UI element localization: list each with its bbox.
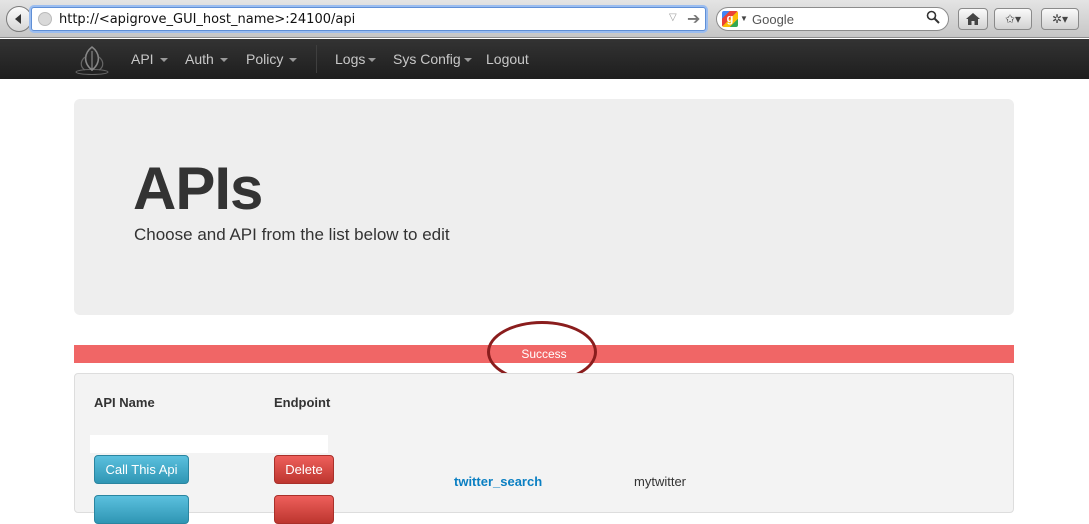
page-subtitle: Choose and API from the list below to ed…: [134, 225, 450, 244]
gear-icon: ✲▾: [1051, 12, 1069, 26]
column-header-endpoint: Endpoint: [274, 395, 331, 410]
nav-auth-label: Auth: [185, 51, 214, 67]
chevron-down-icon: [219, 58, 228, 63]
delete-api-button[interactable]: [274, 495, 334, 524]
call-api-button[interactable]: Call This Api: [94, 455, 189, 484]
api-table: API Name Endpoint Call This Api Delete t…: [74, 373, 1014, 524]
home-button[interactable]: [958, 8, 988, 30]
row-separator: [90, 435, 328, 453]
globe-icon: [38, 12, 52, 26]
call-api-button[interactable]: [94, 495, 189, 524]
home-icon: [966, 13, 980, 25]
nav-sys-config[interactable]: Sys Config: [393, 51, 472, 67]
go-arrow-icon[interactable]: ➔: [687, 9, 700, 29]
app-navbar: API Auth Policy Logs Sys Config Logout: [0, 39, 1089, 79]
history-dropdown-icon[interactable]: ▽: [669, 12, 677, 23]
chevron-down-icon: [289, 58, 298, 63]
bookmark-star-icon: ✩▾: [1004, 12, 1022, 26]
back-arrow-icon: [15, 14, 21, 24]
chevron-down-icon: [159, 58, 168, 63]
settings-button[interactable]: ✲▾: [1041, 8, 1079, 30]
address-bar[interactable]: http://<apigrove_GUI_host_name>:24100/ap…: [31, 7, 706, 31]
search-placeholder[interactable]: Google: [752, 12, 794, 27]
chevron-down-icon: [463, 58, 472, 63]
api-name-link[interactable]: twitter_search: [454, 474, 542, 489]
nav-policy-label: Policy: [246, 51, 284, 67]
search-field[interactable]: g ▼ Google: [716, 7, 949, 31]
google-engine-icon[interactable]: g: [722, 11, 738, 27]
nav-auth[interactable]: Auth: [185, 51, 228, 67]
nav-logs-label: Logs: [335, 51, 366, 67]
engine-dropdown-icon[interactable]: ▼: [740, 14, 748, 23]
nav-logs[interactable]: Logs: [335, 51, 377, 67]
delete-api-button[interactable]: Delete: [274, 455, 334, 484]
nav-api-label: API: [131, 51, 154, 67]
nav-logout[interactable]: Logout: [486, 51, 529, 67]
back-button[interactable]: [6, 6, 32, 32]
chevron-down-icon: [368, 58, 377, 63]
nav-policy[interactable]: Policy: [246, 51, 298, 67]
column-header-api-name: API Name: [94, 395, 155, 410]
bookmarks-button[interactable]: ✩▾: [994, 8, 1032, 30]
page-title: APIs: [133, 155, 263, 222]
browser-toolbar: http://<apigrove_GUI_host_name>:24100/ap…: [0, 0, 1089, 38]
nav-divider: [316, 45, 317, 73]
nav-sys-config-label: Sys Config: [393, 51, 461, 67]
hero-unit: APIs Choose and API from the list below …: [74, 99, 1014, 315]
nav-api[interactable]: API: [131, 51, 168, 67]
search-icon[interactable]: [926, 10, 940, 27]
apigrove-logo-icon[interactable]: [73, 43, 111, 75]
api-endpoint: mytwitter: [634, 474, 686, 489]
url-text[interactable]: http://<apigrove_GUI_host_name>:24100/ap…: [59, 12, 355, 27]
nav-logout-label: Logout: [486, 51, 529, 67]
